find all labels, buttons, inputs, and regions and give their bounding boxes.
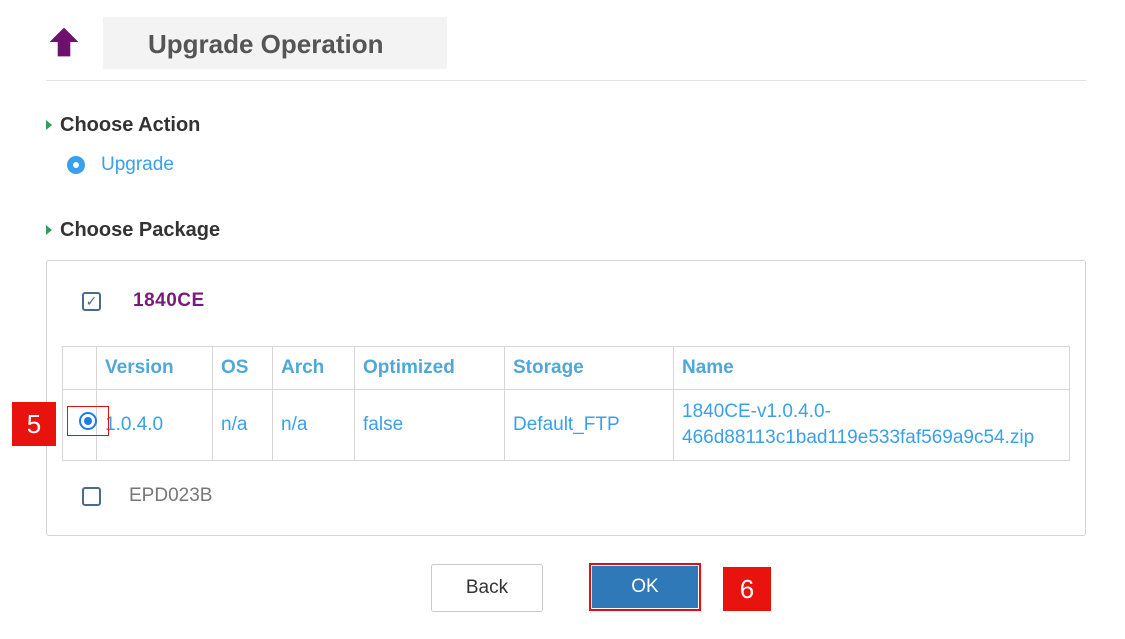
column-header-storage: Storage — [504, 346, 674, 390]
choose-action-label: Choose Action — [60, 113, 201, 136]
upgrade-radio-option[interactable]: Upgrade — [67, 153, 174, 177]
back-button[interactable]: Back — [431, 564, 543, 612]
upgrade-operation-page: Upgrade Operation Choose Action Upgrade … — [0, 0, 1125, 639]
choose-package-label: Choose Package — [60, 218, 221, 241]
package-name: EPD023B — [129, 485, 213, 506]
checkbox-checked-icon[interactable]: ✓ — [82, 291, 101, 311]
ok-button[interactable]: OK — [592, 566, 698, 608]
storage-cell: Default_FTP — [504, 389, 674, 461]
choose-package-heading: Choose Package — [46, 218, 220, 242]
page-title: Upgrade Operation — [148, 29, 384, 59]
file-name-line-1: 1840CE-v1.0.4.0- — [682, 401, 831, 422]
version-cell: 1.0.4.0 — [96, 389, 213, 461]
triangle-right-icon — [46, 120, 52, 130]
triangle-right-icon — [46, 225, 52, 235]
column-header-version: Version — [96, 346, 213, 390]
radio-highlight-box[interactable] — [67, 406, 109, 436]
file-name-line-2: 466d88113c1bad119e533faf569a9c54.zip — [682, 427, 1035, 448]
header-divider — [46, 80, 1086, 81]
radio-selected-icon[interactable] — [79, 412, 97, 430]
checkbox-unchecked-icon[interactable] — [82, 486, 101, 506]
arch-cell: n/a — [272, 389, 355, 461]
package-item-1840ce[interactable]: ✓ 1840CE — [82, 289, 205, 313]
column-header-arch: Arch — [272, 346, 355, 390]
column-header-name: Name — [673, 346, 1070, 390]
os-cell: n/a — [212, 389, 273, 461]
arrow-up-icon — [49, 27, 79, 57]
package-item-epd023b[interactable]: EPD023B — [82, 484, 212, 508]
column-header-os: OS — [212, 346, 273, 390]
table-header-row: Version OS Arch Optimized Storage Name — [62, 346, 1070, 390]
package-version-table: Version OS Arch Optimized Storage Name 1… — [62, 346, 1070, 461]
title-box: Upgrade Operation — [103, 17, 447, 69]
step-badge-5: 5 — [12, 402, 56, 446]
choose-action-heading: Choose Action — [46, 113, 200, 137]
column-header-select — [62, 346, 97, 390]
step-badge-6: 6 — [723, 567, 771, 611]
package-name: 1840CE — [133, 290, 205, 311]
radio-selected-icon[interactable] — [67, 156, 85, 174]
upgrade-radio-label[interactable]: Upgrade — [101, 154, 174, 176]
column-header-optimized: Optimized — [354, 346, 505, 390]
row-select-cell[interactable] — [62, 389, 109, 461]
optimized-cell: false — [354, 389, 505, 461]
package-panel: ✓ 1840CE Version OS Arch Optimized Stora… — [46, 260, 1086, 536]
name-cell: 1840CE-v1.0.4.0- 466d88113c1bad119e533fa… — [673, 389, 1070, 461]
table-row[interactable]: 1.0.4.0 n/a n/a false Default_FTP 1840CE… — [62, 389, 1070, 461]
